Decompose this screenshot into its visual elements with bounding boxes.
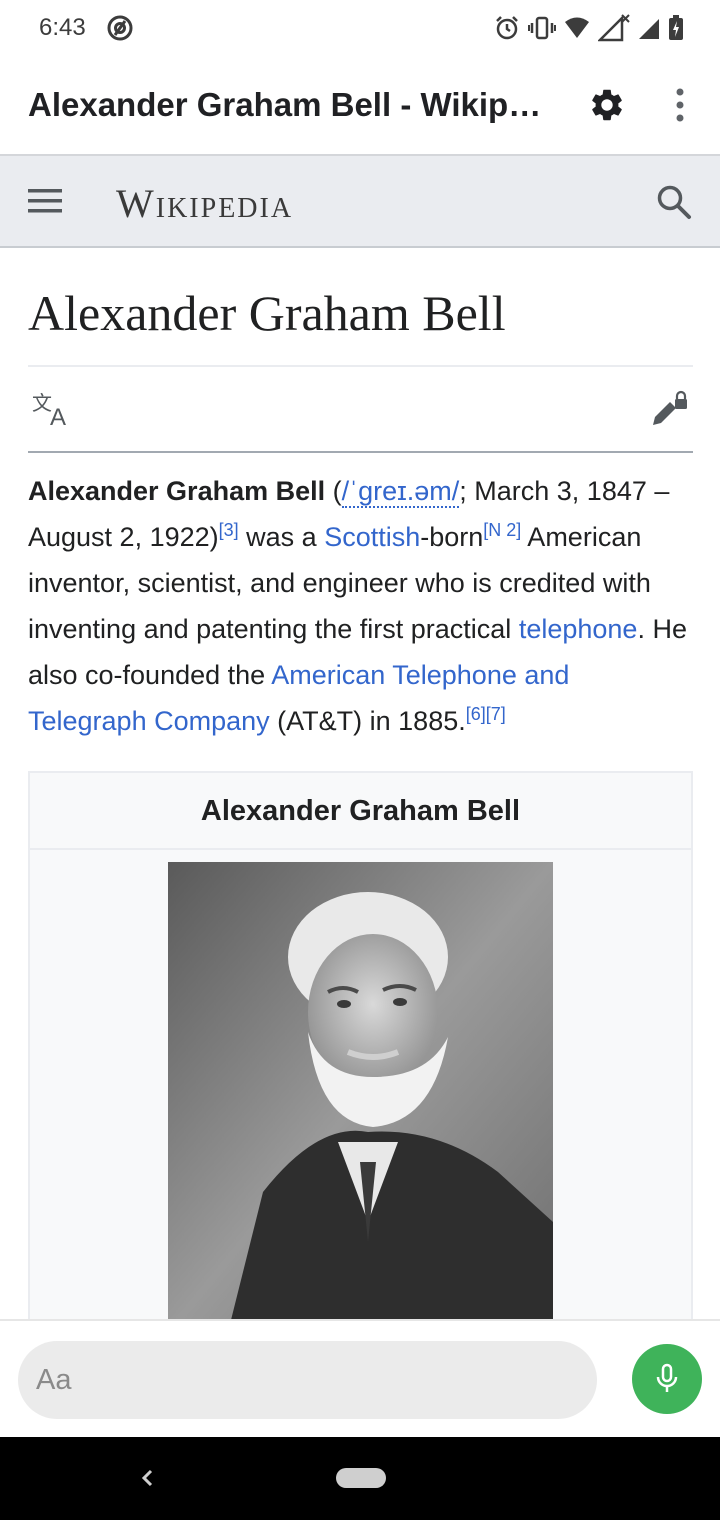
divider <box>28 365 693 367</box>
home-pill[interactable] <box>336 1468 386 1488</box>
lead-text: -born <box>420 522 484 552</box>
status-bar: 6:43 <box>0 0 720 56</box>
more-vert-icon[interactable] <box>664 86 696 124</box>
translate-icon[interactable]: 文 A <box>32 392 74 428</box>
svg-text:文: 文 <box>32 392 52 415</box>
mic-button[interactable] <box>632 1344 702 1414</box>
lead-text: (AT&T) in 1885. <box>269 706 466 736</box>
microphone-icon <box>656 1363 678 1392</box>
hamburger-icon[interactable] <box>28 188 62 214</box>
message-input[interactable] <box>18 1341 597 1419</box>
reference-7[interactable]: [7] <box>486 704 506 724</box>
ipa-link[interactable]: /ˈɡreɪ.əm/ <box>341 476 460 508</box>
wifi-icon <box>565 17 589 38</box>
edit-lock-icon[interactable] <box>650 390 690 428</box>
infobox: Alexander Graham Bell <box>28 771 693 1332</box>
alarm-icon <box>496 16 518 40</box>
svg-text:A: A <box>50 404 66 428</box>
battery-charging-icon <box>669 15 683 40</box>
article-subject: Alexander Graham Bell <box>28 476 326 506</box>
lead-paragraph: Alexander Graham Bell (/ˈɡreɪ.əm/; March… <box>28 468 694 744</box>
wikipedia-wordmark[interactable]: Wikipedia <box>116 180 293 227</box>
link-scottish[interactable]: Scottish <box>324 522 420 552</box>
lead-text: ( <box>325 476 342 506</box>
reference-3[interactable]: [3] <box>219 520 239 540</box>
status-time: 6:43 <box>39 14 86 41</box>
vibrate-icon <box>528 16 556 40</box>
lead-text: was a <box>238 522 325 552</box>
page-title: Alexander Graham Bell - Wikipe… <box>28 86 558 123</box>
divider <box>28 451 693 453</box>
wiki-header: Wikipedia <box>0 154 720 248</box>
system-nav-bar <box>0 1437 720 1520</box>
article-title: Alexander Graham Bell <box>28 285 506 341</box>
search-icon[interactable] <box>656 184 692 220</box>
at-sign-icon <box>107 15 133 41</box>
input-bar <box>0 1319 720 1437</box>
back-icon[interactable] <box>136 1463 158 1493</box>
signal-x-icon <box>598 14 630 42</box>
app-bar: Alexander Graham Bell - Wikipe… <box>0 56 720 154</box>
signal-icon <box>639 19 659 39</box>
status-icons <box>494 14 684 42</box>
reference-n2[interactable]: [N 2] <box>483 520 521 540</box>
gear-icon[interactable] <box>588 86 626 124</box>
link-telephone[interactable]: telephone <box>519 614 638 644</box>
reference-6[interactable]: [6] <box>466 704 486 724</box>
infobox-title: Alexander Graham Bell <box>30 773 691 850</box>
portrait-image[interactable] <box>168 862 553 1332</box>
